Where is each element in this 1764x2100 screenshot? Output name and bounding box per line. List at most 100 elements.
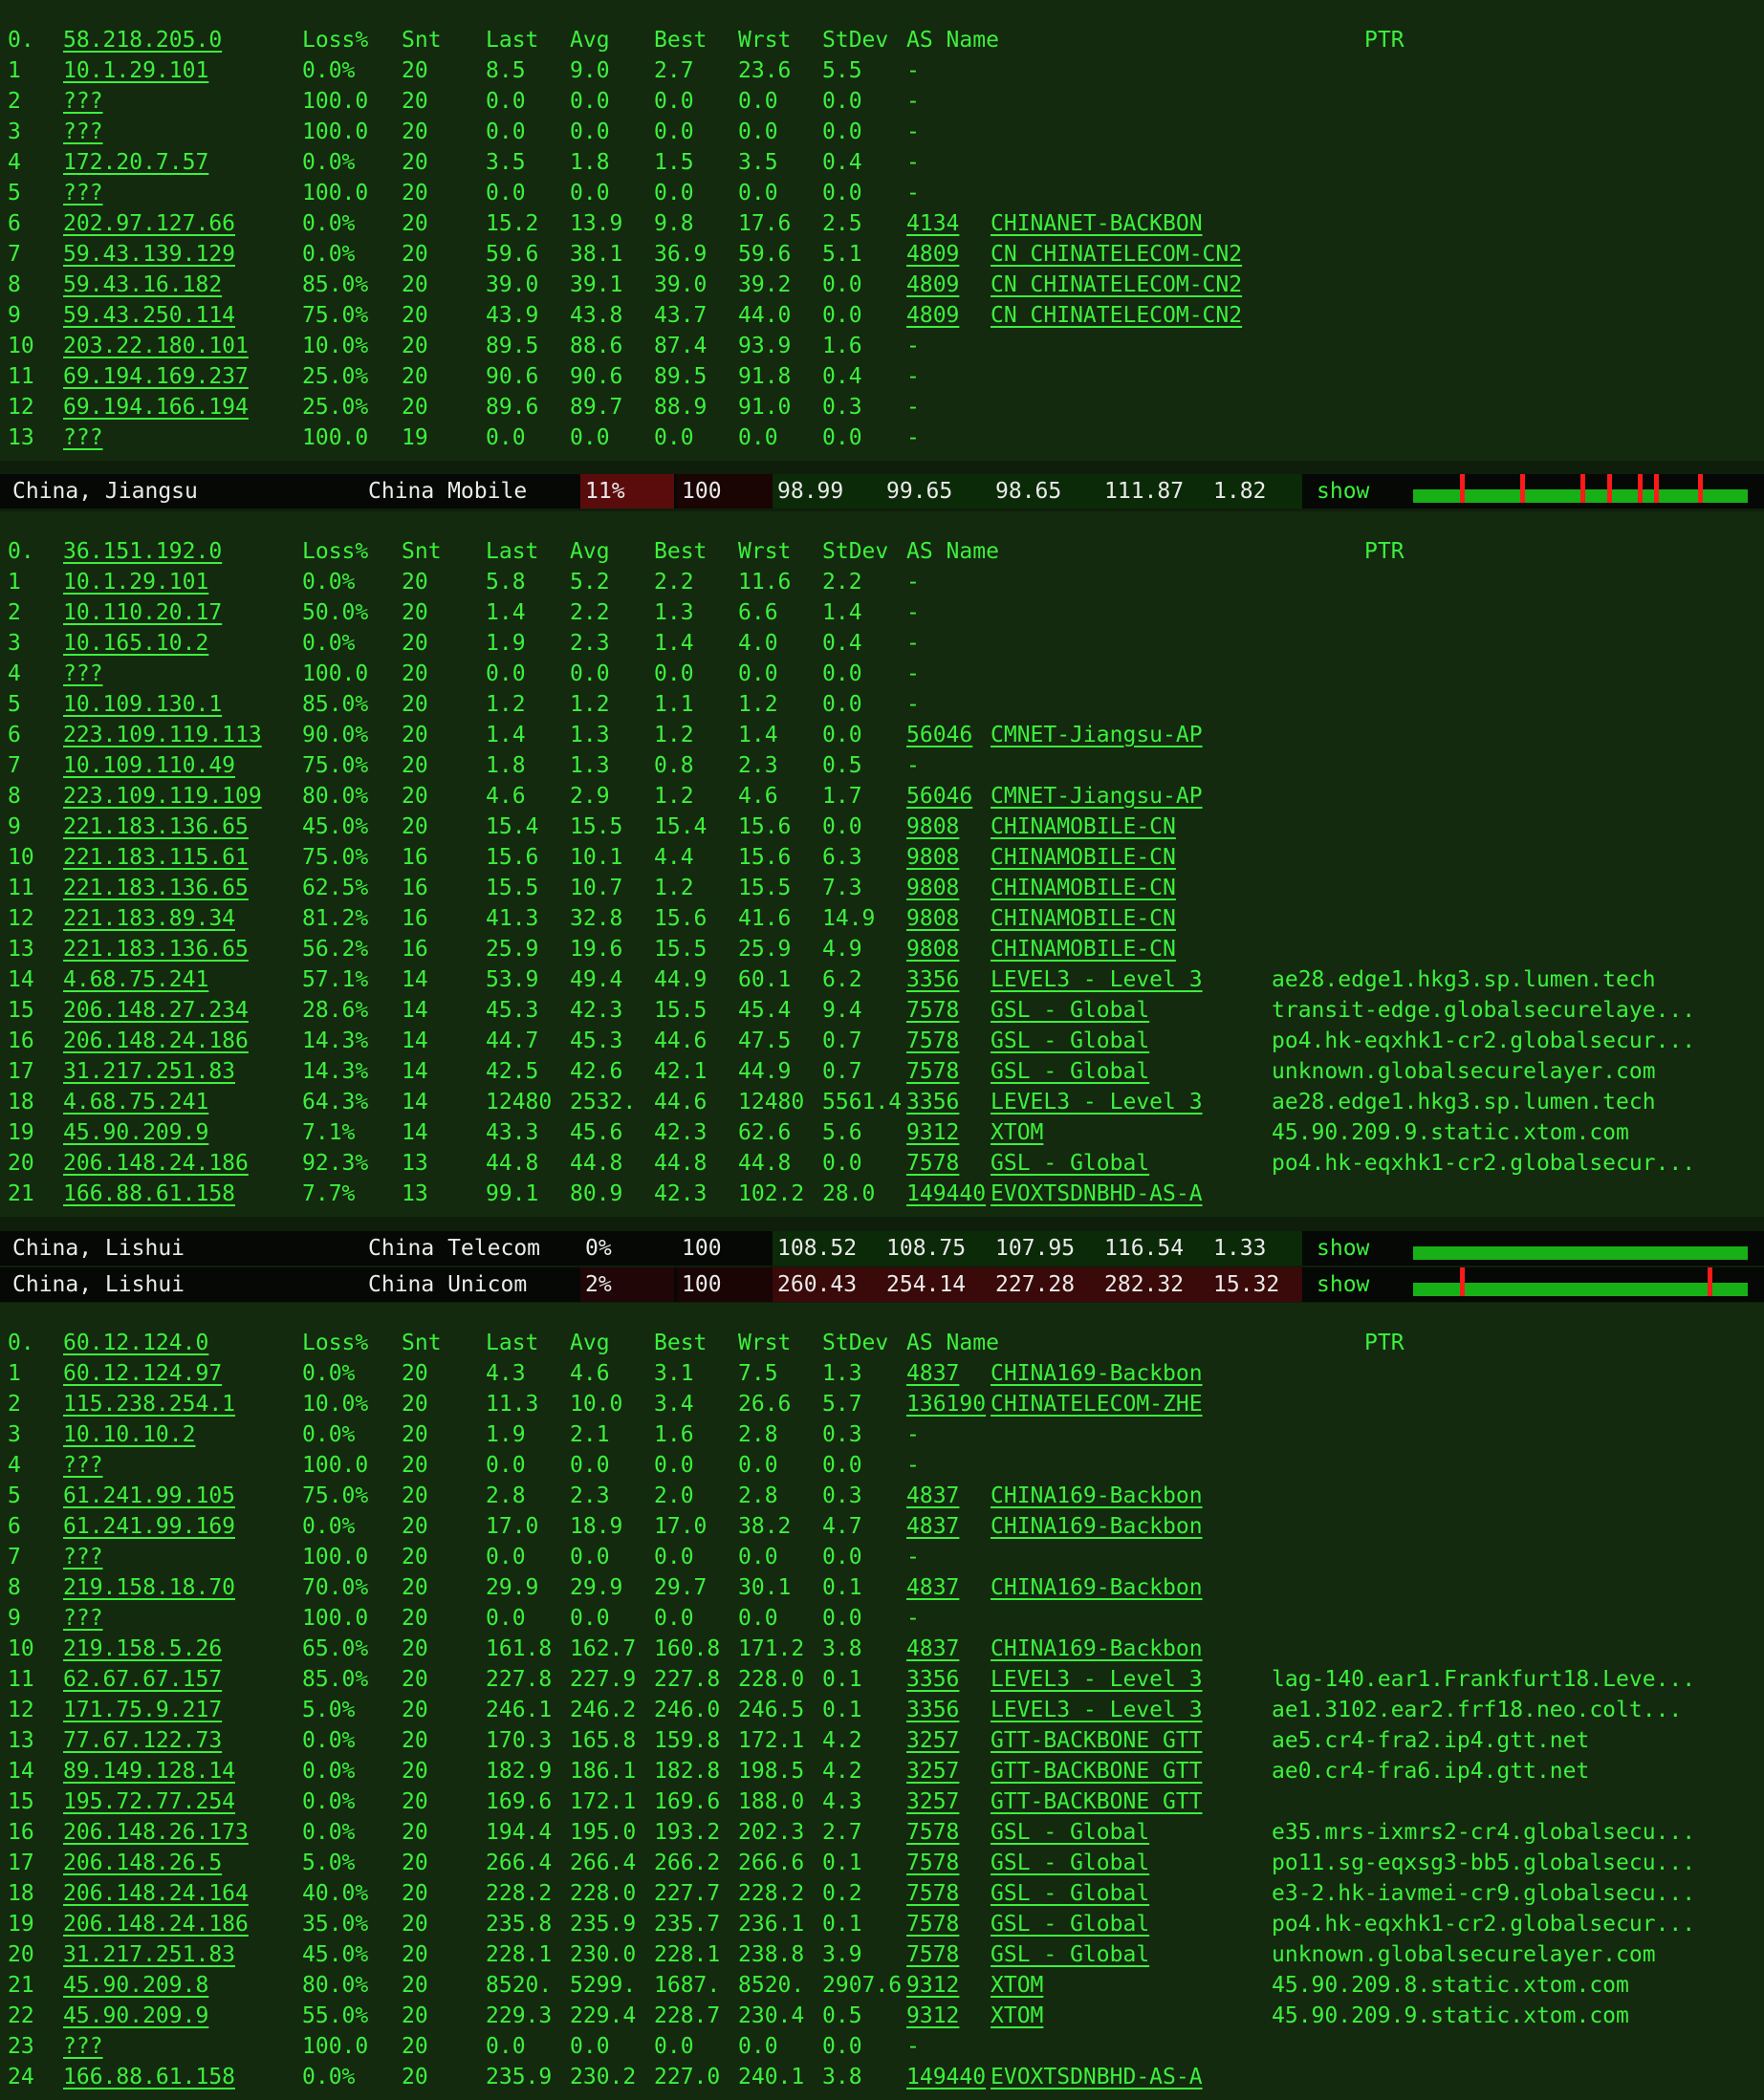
hop-host[interactable]: 206.148.27.234	[63, 995, 297, 1026]
hop-host[interactable]: 89.149.128.14	[63, 1756, 297, 1786]
hop-asname[interactable]: CHINA169-Backbon	[991, 1481, 1268, 1511]
hop-host[interactable]: 166.88.61.158	[63, 1179, 297, 1209]
hop-asn[interactable]: 136190	[906, 1389, 992, 1419]
hop-host[interactable]: 4.68.75.241	[63, 964, 297, 995]
hop-host[interactable]: 221.183.136.65	[63, 934, 297, 964]
hop-host[interactable]: 221.183.136.65	[63, 812, 297, 842]
hop-host[interactable]: 223.109.119.113	[63, 720, 297, 750]
hop-asname[interactable]: GSL - Global	[991, 1848, 1268, 1878]
hop-host[interactable]: 221.183.136.65	[63, 873, 297, 903]
hop-asn[interactable]: 4809	[906, 239, 992, 270]
target-host[interactable]: 58.218.205.0	[63, 25, 297, 55]
hop-asname[interactable]: CHINATELECOM-ZHE	[991, 1389, 1268, 1419]
hop-host[interactable]: 60.12.124.97	[63, 1358, 297, 1389]
hop-host[interactable]: 31.217.251.83	[63, 1939, 297, 1970]
hop-asn[interactable]: 149440	[906, 2062, 992, 2092]
hop-asname[interactable]: CHINANET-BACKBON	[991, 208, 1268, 239]
hop-asname[interactable]: GSL - Global	[991, 1878, 1268, 1909]
hop-asn[interactable]: 56046	[906, 781, 992, 812]
hop-asn[interactable]: 7578	[906, 1026, 992, 1056]
hop-host[interactable]: ???	[63, 117, 297, 147]
hop-asn[interactable]: 7578	[906, 1939, 992, 1970]
hop-host[interactable]: 195.72.77.254	[63, 1786, 297, 1817]
hop-asname[interactable]: EVOXTSDNBHD-AS-A	[991, 2062, 1268, 2092]
hop-host[interactable]: 223.109.119.109	[63, 781, 297, 812]
hop-host[interactable]: ???	[63, 178, 297, 208]
hop-asname[interactable]: CN CHINATELECOM-CN2	[991, 270, 1268, 300]
hop-asname[interactable]: CHINA169-Backbon	[991, 1358, 1268, 1389]
hop-asn[interactable]: 7578	[906, 1817, 992, 1848]
hop-asn[interactable]: 4134	[906, 208, 992, 239]
hop-asname[interactable]: LEVEL3 - Level 3	[991, 1695, 1268, 1725]
hop-asname[interactable]: GSL - Global	[991, 1939, 1268, 1970]
hop-asn[interactable]: 9312	[906, 1117, 992, 1148]
hop-asname[interactable]: GSL - Global	[991, 1056, 1268, 1087]
hop-asn[interactable]: 9312	[906, 1970, 992, 2001]
hop-asn[interactable]: 4837	[906, 1358, 992, 1389]
hop-host[interactable]: 172.20.7.57	[63, 147, 297, 178]
hop-host[interactable]: 115.238.254.1	[63, 1389, 297, 1419]
hop-host[interactable]: 10.110.20.17	[63, 597, 297, 628]
hop-host[interactable]: ???	[63, 422, 297, 453]
hop-host[interactable]: 10.165.10.2	[63, 628, 297, 659]
hop-host[interactable]: 77.67.122.73	[63, 1725, 297, 1756]
hop-asname[interactable]: GTT-BACKBONE GTT	[991, 1756, 1268, 1786]
hop-host[interactable]: ???	[63, 1450, 297, 1481]
hop-host[interactable]: 61.241.99.105	[63, 1481, 297, 1511]
hop-host[interactable]: 219.158.5.26	[63, 1634, 297, 1664]
hop-host[interactable]: 69.194.169.237	[63, 361, 297, 392]
hop-host[interactable]: 45.90.209.9	[63, 1117, 297, 1148]
hop-asname[interactable]: CHINAMOBILE-CN	[991, 903, 1268, 934]
hop-host[interactable]: ???	[63, 1542, 297, 1572]
hop-host[interactable]: 206.148.24.164	[63, 1878, 297, 1909]
hop-asname[interactable]: CHINAMOBILE-CN	[991, 934, 1268, 964]
hop-asn[interactable]: 3257	[906, 1725, 992, 1756]
hop-asname[interactable]: CHINAMOBILE-CN	[991, 842, 1268, 873]
hop-asn[interactable]: 4837	[906, 1481, 992, 1511]
hop-asn[interactable]: 56046	[906, 720, 992, 750]
hop-asn[interactable]: 4837	[906, 1511, 992, 1542]
hop-host[interactable]: ???	[63, 659, 297, 689]
summary-action[interactable]: show	[1312, 1267, 1407, 1302]
hop-host[interactable]: 10.1.29.101	[63, 567, 297, 597]
hop-asn[interactable]: 4837	[906, 1572, 992, 1603]
hop-asn[interactable]: 7578	[906, 1848, 992, 1878]
hop-asn[interactable]: 4837	[906, 1634, 992, 1664]
hop-asname[interactable]: CHINAMOBILE-CN	[991, 812, 1268, 842]
hop-asname[interactable]: CMNET-Jiangsu-AP	[991, 781, 1268, 812]
hop-host[interactable]: ???	[63, 1603, 297, 1634]
hop-asn[interactable]: 7578	[906, 995, 992, 1026]
summary-action[interactable]: show	[1312, 1231, 1407, 1266]
hop-host[interactable]: 203.22.180.101	[63, 331, 297, 361]
hop-asn[interactable]: 7578	[906, 1056, 992, 1087]
hop-host[interactable]: 59.43.250.114	[63, 300, 297, 331]
hop-host[interactable]: 206.148.26.5	[63, 1848, 297, 1878]
hop-asn[interactable]: 7578	[906, 1878, 992, 1909]
hop-host[interactable]: 10.10.10.2	[63, 1419, 297, 1450]
hop-asname[interactable]: CN CHINATELECOM-CN2	[991, 300, 1268, 331]
hop-host[interactable]: 206.148.24.186	[63, 1148, 297, 1179]
hop-asname[interactable]: GSL - Global	[991, 1026, 1268, 1056]
hop-host[interactable]: 61.241.99.169	[63, 1511, 297, 1542]
hop-asn[interactable]: 9808	[906, 842, 992, 873]
hop-host[interactable]: 10.109.110.49	[63, 750, 297, 781]
hop-asn[interactable]: 9808	[906, 934, 992, 964]
hop-host[interactable]: 221.183.115.61	[63, 842, 297, 873]
hop-asn[interactable]: 7578	[906, 1909, 992, 1939]
hop-host[interactable]: 69.194.166.194	[63, 392, 297, 422]
hop-asname[interactable]: GSL - Global	[991, 995, 1268, 1026]
hop-host[interactable]: 62.67.67.157	[63, 1664, 297, 1695]
hop-asname[interactable]: GSL - Global	[991, 1148, 1268, 1179]
hop-asname[interactable]: CHINA169-Backbon	[991, 1572, 1268, 1603]
hop-asname[interactable]: EVOXTSDNBHD-AS-A	[991, 1179, 1268, 1209]
hop-asname[interactable]: CHINA169-Backbon	[991, 1511, 1268, 1542]
hop-host[interactable]: 45.90.209.9	[63, 2001, 297, 2031]
hop-host[interactable]: 219.158.18.70	[63, 1572, 297, 1603]
hop-asname[interactable]: CN CHINATELECOM-CN2	[991, 239, 1268, 270]
hop-asname[interactable]: LEVEL3 - Level 3	[991, 1664, 1268, 1695]
hop-host[interactable]: 59.43.16.182	[63, 270, 297, 300]
hop-asn[interactable]: 9808	[906, 873, 992, 903]
hop-asname[interactable]: GTT-BACKBONE GTT	[991, 1725, 1268, 1756]
hop-host[interactable]: 10.1.29.101	[63, 55, 297, 86]
hop-asname[interactable]: GSL - Global	[991, 1909, 1268, 1939]
